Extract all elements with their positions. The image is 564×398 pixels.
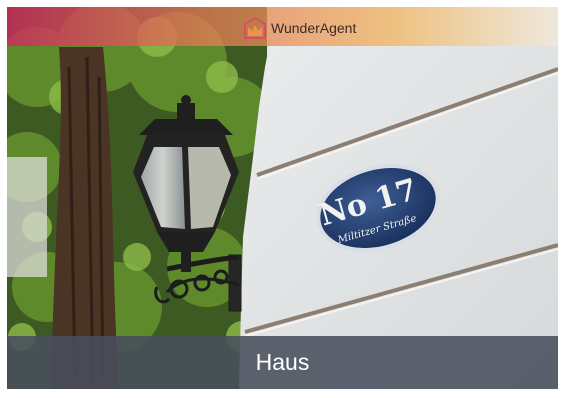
scene-photo: No 17 Miltitzer Straße [7,7,558,389]
caption-bar: Haus [7,336,558,389]
brand[interactable]: WunderAgent [243,16,356,40]
flashcard[interactable]: No 17 Miltitzer Straße WunderAgent Haus [7,7,558,389]
brand-name: WunderAgent [271,20,357,36]
caption-label: Haus [255,349,310,375]
house-crown-logo-icon [244,16,266,39]
header-bar: WunderAgent [7,7,558,46]
